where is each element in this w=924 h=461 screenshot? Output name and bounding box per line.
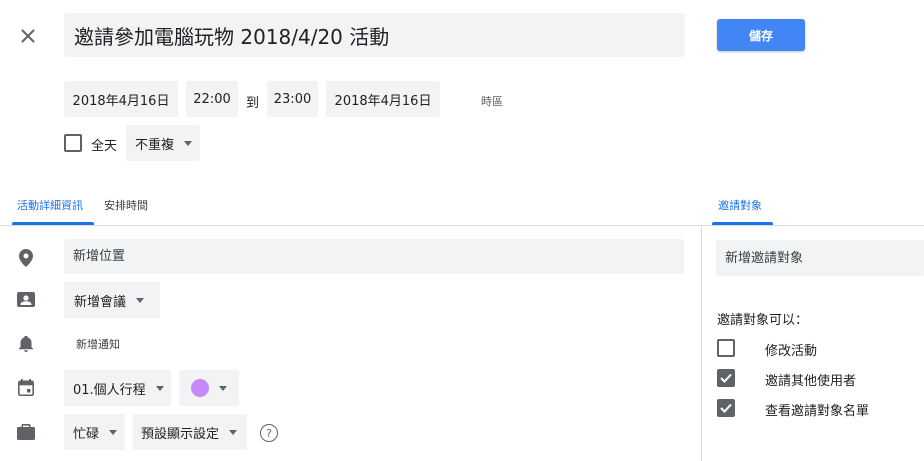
save-button[interactable]: 儲存 <box>717 19 805 51</box>
all-day-label: 全天 <box>91 139 118 154</box>
location-pin-icon <box>16 248 36 268</box>
event-color-swatch <box>191 379 209 397</box>
close-button[interactable] <box>14 22 42 50</box>
chevron-down-icon <box>219 385 227 391</box>
add-conference-label: 新增會議 <box>74 294 127 310</box>
calendar-select[interactable]: 01.個人行程 <box>64 370 171 406</box>
end-date-field[interactable]: 2018年4月16日 <box>326 81 440 117</box>
guest-permissions-heading: 邀請對象可以： <box>717 313 809 328</box>
permission-see-list-label: 查看邀請對象名單 <box>765 404 870 419</box>
conference-icon <box>16 290 36 310</box>
help-icon[interactable]: ? <box>260 424 278 442</box>
availability-value: 忙碌 <box>73 426 100 442</box>
visibility-select[interactable]: 預設顯示設定 <box>133 414 247 450</box>
permission-see-list-checkbox[interactable] <box>717 399 735 417</box>
bell-icon <box>16 334 36 354</box>
add-notification-button[interactable]: 新增通知 <box>76 336 120 352</box>
close-icon <box>21 29 35 43</box>
availability-select[interactable]: 忙碌 <box>64 414 125 450</box>
start-date-field[interactable]: 2018年4月16日 <box>64 81 178 117</box>
calendar-icon <box>16 377 36 397</box>
checkmark-icon <box>720 403 732 413</box>
add-guests-input[interactable] <box>716 240 924 276</box>
repeat-dropdown[interactable]: 不重複 <box>126 125 200 161</box>
chevron-down-icon <box>155 385 164 391</box>
to-label: 到 <box>246 96 260 111</box>
permission-invite-label: 邀請其他使用者 <box>765 374 857 389</box>
calendar-value: 01.個人行程 <box>73 382 146 398</box>
chevron-down-icon <box>229 429 238 435</box>
add-conference-dropdown[interactable]: 新增會議 <box>64 282 160 318</box>
briefcase-icon <box>16 422 36 442</box>
tab-guests[interactable]: 邀請對象 <box>718 197 762 213</box>
tabs-divider <box>0 225 924 226</box>
start-time-field[interactable]: 22:00 <box>186 81 238 117</box>
permission-modify-label: 修改活動 <box>765 344 818 359</box>
all-day-checkbox[interactable] <box>64 134 82 152</box>
permission-invite-checkbox[interactable] <box>717 369 735 387</box>
timezone-button[interactable]: 時區 <box>481 93 503 109</box>
panel-divider <box>701 226 702 461</box>
event-color-select[interactable] <box>179 370 239 406</box>
chevron-down-icon <box>184 140 193 146</box>
tab-find-time[interactable]: 安排時間 <box>104 197 148 213</box>
permission-modify-checkbox[interactable] <box>717 339 735 357</box>
tab-event-details[interactable]: 活動詳細資訊 <box>17 197 83 213</box>
chevron-down-icon <box>109 429 118 435</box>
checkmark-icon <box>720 373 732 383</box>
event-title-input[interactable] <box>64 13 685 57</box>
visibility-value: 預設顯示設定 <box>141 426 220 442</box>
location-input[interactable] <box>64 239 684 274</box>
chevron-down-icon <box>136 297 145 303</box>
repeat-value: 不重複 <box>135 137 175 153</box>
end-time-field[interactable]: 23:00 <box>267 81 318 117</box>
